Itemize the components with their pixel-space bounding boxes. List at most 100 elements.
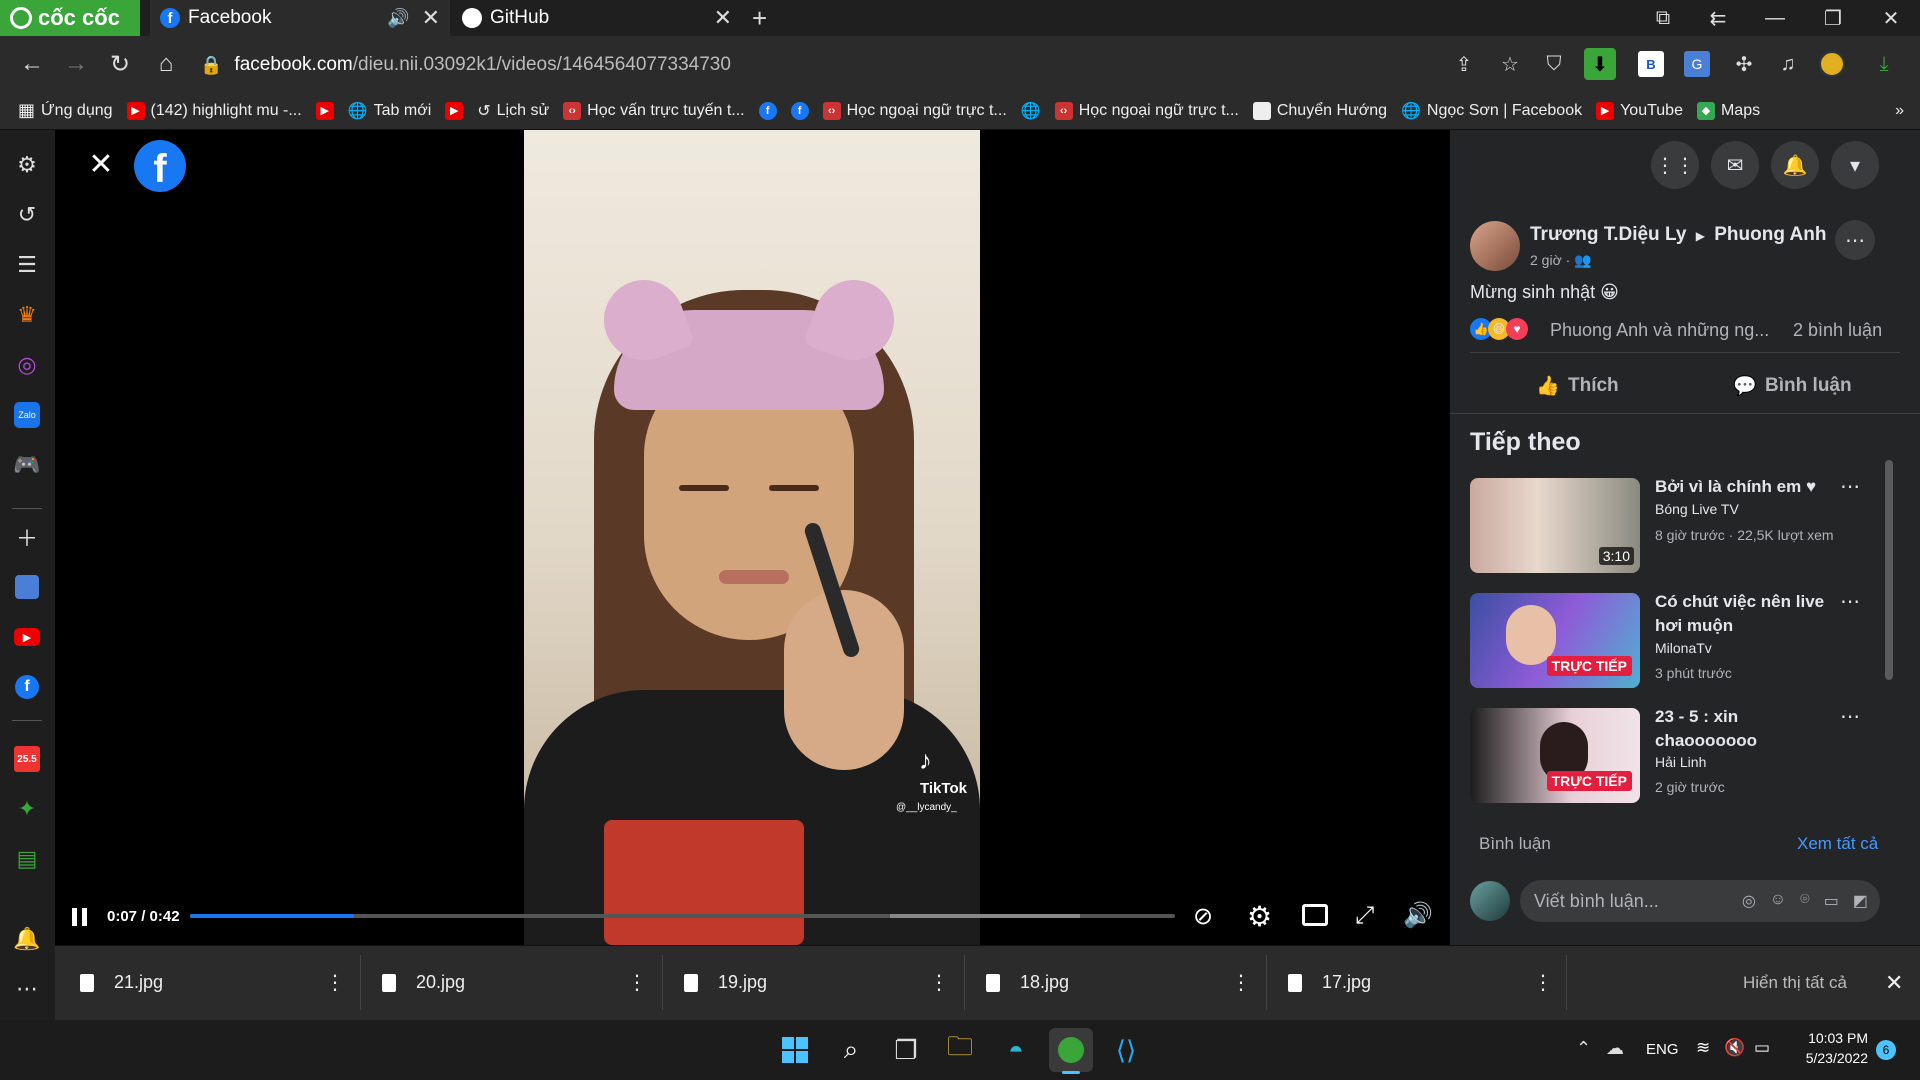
game-controller-icon[interactable]: 🎮	[10, 448, 44, 482]
comment-button[interactable]: 💬 Bình luận	[1685, 360, 1900, 412]
reload-icon[interactable]: ↻	[100, 44, 140, 84]
music-icon[interactable]: ♫	[1772, 48, 1804, 80]
reading-mode-icon[interactable]: ⧉	[1640, 0, 1686, 36]
translate-icon[interactable]	[10, 570, 44, 604]
maximize-button[interactable]: ❐	[1810, 0, 1856, 36]
download-green-icon[interactable]: ⬇	[1584, 48, 1616, 80]
facebook-logo-icon[interactable]: f	[134, 140, 186, 192]
bookmark-globe[interactable]: 🌐	[1021, 101, 1041, 121]
share-icon[interactable]: ⇪	[1448, 48, 1480, 80]
next-title-3[interactable]: 23 - 5 : xin chaooooooo	[1655, 705, 1835, 753]
comments-count[interactable]: 2 bình luận	[1793, 320, 1882, 341]
download-options-icon[interactable]: ⋮	[325, 970, 345, 995]
bookmark-ngoaingu-2[interactable]: ‹› Học ngoại ngữ trực t...	[1054, 101, 1239, 120]
notification-badge[interactable]: 6	[1876, 1040, 1896, 1060]
forward-icon[interactable]: →	[56, 44, 96, 84]
next-options-icon[interactable]: ⋯	[1840, 589, 1860, 614]
battery-icon[interactable]: ▭	[1754, 1038, 1770, 1058]
file-explorer-icon[interactable]: 🗀	[938, 1028, 982, 1072]
coccoc-logo[interactable]: cốc cốc	[0, 0, 140, 36]
close-video-icon[interactable]: ✕	[85, 148, 117, 181]
crown-icon[interactable]: ♛	[10, 298, 44, 332]
captions-off-icon[interactable]: ⊘	[1193, 902, 1213, 931]
pip-icon[interactable]	[1302, 904, 1328, 926]
download-item[interactable]: 20.jpg ⋮	[382, 945, 647, 1020]
back-history-icon[interactable]: ⇇	[1695, 0, 1741, 36]
close-tab-icon[interactable]: ✕	[422, 5, 440, 31]
onedrive-icon[interactable]: ☁	[1606, 1038, 1624, 1059]
task-view-icon[interactable]: ❐	[884, 1028, 928, 1072]
windows-start-icon[interactable]	[773, 1028, 817, 1072]
download-options-icon[interactable]: ⋮	[1533, 970, 1553, 995]
progress-bar[interactable]	[190, 914, 1175, 918]
author-avatar[interactable]	[1470, 221, 1520, 271]
bookmark-maps[interactable]: ◆ Maps	[1696, 101, 1760, 120]
post-target[interactable]: Phuong Anh	[1714, 224, 1826, 245]
reaction-icons[interactable]: 👍 😆 ♥	[1470, 318, 1528, 340]
translate-icon[interactable]: G	[1684, 51, 1710, 77]
star-icon[interactable]: ☆	[1494, 48, 1526, 80]
menu-grid-icon[interactable]: ⋮⋮	[1651, 141, 1699, 189]
reading-list-icon[interactable]: ☰	[10, 248, 44, 282]
like-button[interactable]: 👍 Thích	[1470, 360, 1685, 412]
emoji-icon[interactable]: ☺	[1770, 891, 1786, 911]
download-item[interactable]: 18.jpg ⋮	[986, 945, 1251, 1020]
bookmark-youtube-3[interactable]: ▶ YouTube	[1596, 101, 1683, 120]
wifi-icon[interactable]: ≋	[1696, 1038, 1710, 1058]
search-icon[interactable]: ⌕	[829, 1028, 873, 1072]
post-options-icon[interactable]: ⋯	[1835, 220, 1875, 260]
download-item[interactable]: 19.jpg ⋮	[684, 945, 949, 1020]
comment-input[interactable]: Viết bình luận... ◎ ☺ ⌾ ▭ ◩	[1520, 880, 1880, 922]
account-dropdown-icon[interactable]: ▾	[1831, 141, 1879, 189]
home-icon[interactable]: ⌂	[146, 44, 186, 84]
volume-icon[interactable]: 🔊	[1403, 901, 1433, 930]
download-options-icon[interactable]: ⋮	[929, 970, 949, 995]
coccoc-taskbar-icon[interactable]	[1049, 1028, 1093, 1072]
see-all-link[interactable]: Xem tất cả	[1797, 834, 1878, 854]
bookmark-youtube[interactable]: ▶	[315, 101, 334, 120]
bookmark-hocvan[interactable]: ‹› Học vấn trực tuyến t...	[563, 101, 745, 120]
back-icon[interactable]: ←	[12, 44, 52, 84]
settings-icon[interactable]: ⚙	[10, 148, 44, 182]
spreadsheet-icon[interactable]: ▤	[10, 842, 44, 876]
more-icon[interactable]: ⋯	[10, 972, 44, 1006]
bookmark-new-tab[interactable]: 🌐 Tab mới	[348, 101, 432, 121]
volume-muted-icon[interactable]: 🔇	[1724, 1038, 1745, 1058]
post-time[interactable]: 2 giờ	[1530, 252, 1562, 268]
next-title-1[interactable]: Bởi vì là chính em ♥	[1655, 475, 1835, 499]
notifications-icon[interactable]: 🔔	[10, 922, 44, 956]
profile-avatar[interactable]	[1816, 48, 1848, 80]
history-icon[interactable]: ↺	[10, 198, 44, 232]
scrollbar[interactable]	[1885, 460, 1893, 680]
extensions-icon[interactable]: ✣	[1728, 48, 1760, 80]
show-all-downloads[interactable]: Hiển thị tất cả	[1743, 945, 1847, 1020]
bookmark-ngoaingu-1[interactable]: ‹› Học ngoại ngữ trực t...	[822, 101, 1007, 120]
close-tab-icon[interactable]: ✕	[714, 5, 732, 31]
bookmark-youtube-highlight[interactable]: ▶ (142) highlight mu -...	[126, 101, 302, 120]
notifications-icon[interactable]: 🔔	[1771, 141, 1819, 189]
download-item[interactable]: 21.jpg ⋮	[80, 945, 345, 1020]
downloads-icon[interactable]: ⤓	[1868, 48, 1900, 80]
next-thumbnail-3[interactable]: TRỰC TIẾP	[1470, 708, 1640, 803]
reactions-text[interactable]: Phuong Anh và những ng...	[1550, 320, 1769, 341]
bookmark-youtube-2[interactable]: ▶	[445, 101, 464, 120]
add-icon[interactable]: ＋	[10, 520, 44, 554]
avatar-sticker-icon[interactable]: ◎	[1742, 891, 1756, 911]
speaker-icon[interactable]: 🔊	[387, 8, 409, 29]
tab-github[interactable]: GitHub ✕	[452, 0, 742, 36]
sticker-icon[interactable]: ◩	[1853, 891, 1868, 911]
youtube-icon[interactable]: ▶	[10, 620, 44, 654]
bookmarks-overflow-icon[interactable]: »	[1895, 102, 1904, 120]
next-options-icon[interactable]: ⋯	[1840, 704, 1860, 729]
close-window-button[interactable]: ✕	[1868, 0, 1914, 36]
clock[interactable]: 10:03 PM 5/23/2022	[1788, 1030, 1868, 1066]
shield-icon[interactable]: ⛉	[1538, 48, 1570, 80]
language-indicator[interactable]: ENG	[1646, 1041, 1679, 1058]
vscode-icon[interactable]: ⟨⟩	[1104, 1028, 1148, 1072]
next-thumbnail-1[interactable]: 3:10	[1470, 478, 1640, 573]
pause-button[interactable]	[72, 904, 94, 930]
next-thumbnail-2[interactable]: TRỰC TIẾP	[1470, 593, 1640, 688]
next-channel-3[interactable]: Hải Linh	[1655, 754, 1706, 770]
camera-icon[interactable]: ⌾	[1800, 891, 1810, 911]
bookmark-ngocson[interactable]: 🌐 Ngọc Sơn | Facebook	[1401, 101, 1582, 121]
